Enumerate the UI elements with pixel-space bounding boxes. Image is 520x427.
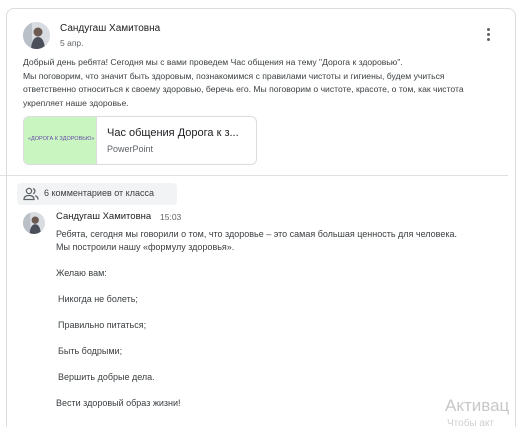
comment-time: 15:03 [160,212,182,222]
activation-watermark-subtext: Чтобы акт [447,418,495,427]
class-comments-button[interactable]: 6 комментариев от класса [17,183,177,205]
comment-line: Вести здоровый образ жизни! [56,398,181,408]
more-vert-icon[interactable] [482,26,496,44]
comment-line: Никогда не болеть; [58,294,138,304]
attachment-thumbnail: «ДОРОГА К ЗДОРОВЬЮ» [24,117,97,164]
attachment-title: Час общения Дорога к з... [107,127,239,139]
post-body-line: ответственно относиться к своему здоровь… [23,84,464,94]
comment-line: Вершить добрые дела. [58,372,155,382]
post-body: Добрый день ребята! Сегодня мы с вами пр… [23,56,483,110]
post-body-line: Мы поговорим, что значит быть здоровым, … [23,70,445,81]
comment-line: Ребята, сегодня мы говорили о том, что з… [56,229,457,239]
post-body-line: укрепляет наше здоровье. [23,97,129,108]
comment-author-avatar [23,212,45,234]
attachment-card[interactable]: «ДОРОГА К ЗДОРОВЬЮ» Час общения Дорога к… [23,116,257,165]
post-body-line: Добрый день ребята! Сегодня мы с вами пр… [23,57,403,67]
comment-line: Быть бодрыми; [58,346,123,356]
activation-watermark: Активац [445,396,510,415]
comment-line: Желаю вам: [56,268,107,278]
thumbnail-caption: «ДОРОГА К ЗДОРОВЬЮ» [28,136,95,142]
comment-line: Мы построили нашу «формулу здоровья». [56,242,235,252]
post-author-avatar [23,22,50,49]
comment-line: Правильно питаться; [58,320,147,330]
comment-author-name: Сандугаш Хамитовна [56,211,152,222]
people-icon [23,187,39,206]
attachment-type: PowerPoint [107,144,154,154]
section-divider [0,175,508,176]
post-author-name: Сандугаш Хамитовна [60,23,161,34]
post-date: 5 апр. [60,38,84,48]
class-comments-count: 6 комментариев от класса [44,188,154,198]
